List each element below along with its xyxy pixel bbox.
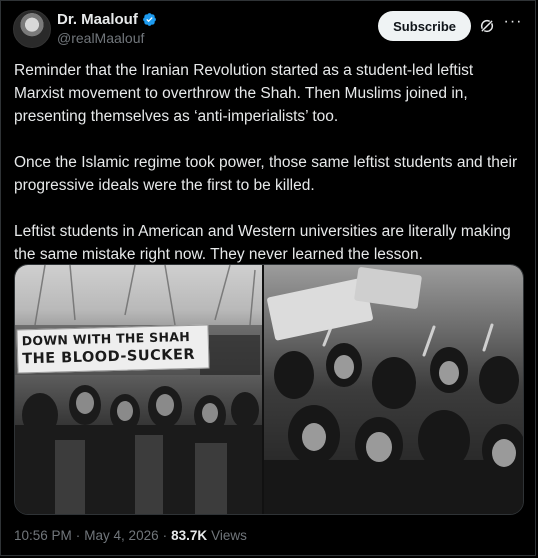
meta-separator: · [162,528,168,543]
tweet-paragraph: Leftist students in American and Western… [14,223,511,263]
protest-photo-left[interactable]: DOWN WITH THE SHAH THE BLOOD-SUCKER [15,265,262,514]
author-name[interactable]: Dr. Maalouf [57,11,138,28]
tweet-meta: 10:56 PM · May 4, 2026 · 83.7K Views [14,528,247,543]
tweet-header: Dr. Maalouf @realMaalouf Subscribe ··· [13,10,523,50]
tweet-text: Reminder that the Iranian Revolution sta… [14,59,526,289]
tweet-media[interactable]: DOWN WITH THE SHAH THE BLOOD-SUCKER [14,264,524,515]
protest-banner: DOWN WITH THE SHAH THE BLOOD-SUCKER [16,324,210,374]
more-options-icon[interactable]: ··· [503,14,523,34]
author-handle[interactable]: @realMaalouf [57,30,144,46]
subscribe-button[interactable]: Subscribe [378,11,471,41]
avatar[interactable] [13,10,51,48]
views-label: Views [211,528,247,543]
grok-icon[interactable] [479,18,495,34]
meta-separator: · [75,528,81,543]
tweet-card: Dr. Maalouf @realMaalouf Subscribe ··· R… [0,0,536,556]
tweet-paragraph: Reminder that the Iranian Revolution sta… [14,62,474,125]
tweet-paragraph: Once the Islamic regime took power, thos… [14,154,518,194]
tweet-time[interactable]: 10:56 PM [14,528,72,543]
views-count[interactable]: 83.7K [171,528,207,543]
photo-left-scene [15,265,262,514]
protest-photo-right[interactable] [264,265,523,514]
tweet-date[interactable]: May 4, 2026 [84,528,158,543]
verified-badge-icon [142,13,156,26]
banner-line-2: THE BLOOD-SUCKER [22,346,196,368]
author-name-row[interactable]: Dr. Maalouf [57,11,157,28]
